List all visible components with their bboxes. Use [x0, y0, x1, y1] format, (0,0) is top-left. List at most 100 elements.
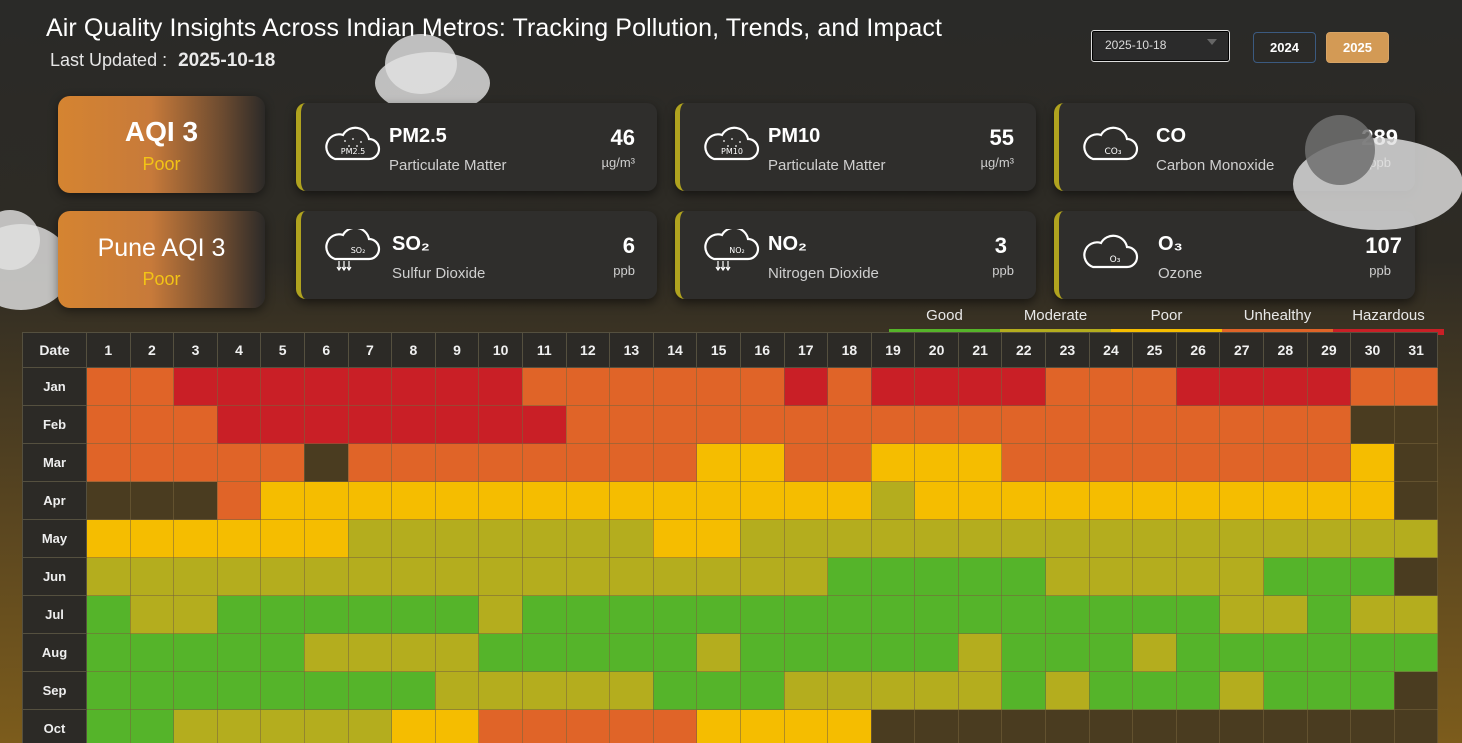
heatmap-cell[interactable]	[565, 595, 611, 634]
heatmap-cell[interactable]	[565, 367, 611, 406]
heatmap-cell[interactable]	[1175, 633, 1221, 672]
heatmap-cell[interactable]	[783, 367, 829, 406]
heatmap-cell[interactable]	[1393, 481, 1439, 520]
heatmap-cell[interactable]	[1175, 405, 1221, 444]
heatmap-cell[interactable]	[434, 595, 480, 634]
heatmap-cell[interactable]	[652, 671, 698, 710]
heatmap-cell[interactable]	[216, 481, 262, 520]
heatmap-cell[interactable]	[216, 519, 262, 558]
heatmap-cell[interactable]	[1393, 519, 1439, 558]
heatmap-cell[interactable]	[260, 557, 305, 596]
heatmap-cell[interactable]	[696, 557, 741, 596]
heatmap-cell[interactable]	[870, 443, 916, 482]
heatmap-cell[interactable]	[260, 709, 305, 743]
heatmap-cell[interactable]	[914, 557, 959, 596]
heatmap-cell[interactable]	[1045, 557, 1090, 596]
heatmap-cell[interactable]	[129, 405, 175, 444]
heatmap-cell[interactable]	[1306, 481, 1352, 520]
heatmap-cell[interactable]	[1088, 633, 1134, 672]
heatmap-cell[interactable]	[434, 481, 480, 520]
heatmap-cell[interactable]	[1132, 519, 1177, 558]
heatmap-cell[interactable]	[347, 367, 393, 406]
heatmap-cell[interactable]	[696, 633, 741, 672]
heatmap-cell[interactable]	[260, 367, 305, 406]
heatmap-cell[interactable]	[1088, 481, 1134, 520]
heatmap-cell[interactable]	[1306, 367, 1352, 406]
heatmap-cell[interactable]	[783, 443, 829, 482]
heatmap-cell[interactable]	[129, 481, 175, 520]
heatmap-cell[interactable]	[739, 671, 785, 710]
heatmap-cell[interactable]	[434, 709, 480, 743]
heatmap-cell[interactable]	[1132, 595, 1177, 634]
heatmap-cell[interactable]	[1175, 709, 1221, 743]
heatmap-cell[interactable]	[1088, 557, 1134, 596]
heatmap-cell[interactable]	[86, 671, 131, 710]
heatmap-cell[interactable]	[1175, 481, 1221, 520]
heatmap-cell[interactable]	[1132, 405, 1177, 444]
heatmap-cell[interactable]	[303, 443, 349, 482]
heatmap-cell[interactable]	[86, 443, 131, 482]
heatmap-cell[interactable]	[1088, 367, 1134, 406]
heatmap-cell[interactable]	[827, 367, 872, 406]
heatmap-cell[interactable]	[827, 443, 872, 482]
heatmap-cell[interactable]	[1001, 709, 1047, 743]
heatmap-cell[interactable]	[1045, 633, 1090, 672]
heatmap-cell[interactable]	[957, 519, 1003, 558]
heatmap-cell[interactable]	[652, 443, 698, 482]
heatmap-cell[interactable]	[1045, 367, 1090, 406]
heatmap-cell[interactable]	[783, 709, 829, 743]
heatmap-cell[interactable]	[783, 557, 829, 596]
heatmap-cell[interactable]	[391, 443, 436, 482]
heatmap-cell[interactable]	[1045, 443, 1090, 482]
heatmap-cell[interactable]	[1001, 405, 1047, 444]
heatmap-cell[interactable]	[565, 671, 611, 710]
heatmap-cell[interactable]	[260, 443, 305, 482]
heatmap-cell[interactable]	[216, 633, 262, 672]
heatmap-cell[interactable]	[303, 405, 349, 444]
heatmap-cell[interactable]	[870, 519, 916, 558]
heatmap-cell[interactable]	[1306, 443, 1352, 482]
heatmap-cell[interactable]	[609, 633, 654, 672]
heatmap-cell[interactable]	[1132, 557, 1177, 596]
heatmap-cell[interactable]	[303, 709, 349, 743]
heatmap-cell[interactable]	[260, 595, 305, 634]
heatmap-cell[interactable]	[652, 709, 698, 743]
heatmap-cell[interactable]	[173, 405, 218, 444]
heatmap-cell[interactable]	[609, 709, 654, 743]
heatmap-cell[interactable]	[783, 633, 829, 672]
heatmap-cell[interactable]	[827, 481, 872, 520]
heatmap-cell[interactable]	[827, 405, 872, 444]
heatmap-cell[interactable]	[129, 671, 175, 710]
heatmap-cell[interactable]	[609, 405, 654, 444]
heatmap-cell[interactable]	[1132, 671, 1177, 710]
heatmap-cell[interactable]	[870, 481, 916, 520]
heatmap-cell[interactable]	[1219, 405, 1265, 444]
heatmap-cell[interactable]	[1263, 709, 1308, 743]
heatmap-cell[interactable]	[1045, 405, 1090, 444]
heatmap-cell[interactable]	[86, 367, 131, 406]
heatmap-cell[interactable]	[86, 557, 131, 596]
heatmap-cell[interactable]	[1350, 709, 1395, 743]
heatmap-cell[interactable]	[914, 367, 959, 406]
heatmap-cell[interactable]	[303, 633, 349, 672]
heatmap-cell[interactable]	[478, 557, 523, 596]
year-2025-button[interactable]: 2025	[1326, 32, 1389, 63]
heatmap-cell[interactable]	[1306, 557, 1352, 596]
heatmap-cell[interactable]	[260, 633, 305, 672]
heatmap-cell[interactable]	[478, 405, 523, 444]
heatmap-cell[interactable]	[478, 443, 523, 482]
heatmap-cell[interactable]	[173, 709, 218, 743]
heatmap-cell[interactable]	[86, 595, 131, 634]
heatmap-cell[interactable]	[1350, 405, 1395, 444]
heatmap-cell[interactable]	[1306, 595, 1352, 634]
heatmap-cell[interactable]	[260, 405, 305, 444]
heatmap-cell[interactable]	[216, 557, 262, 596]
heatmap-cell[interactable]	[652, 557, 698, 596]
heatmap-cell[interactable]	[434, 405, 480, 444]
heatmap-cell[interactable]	[914, 671, 959, 710]
heatmap-cell[interactable]	[216, 595, 262, 634]
heatmap-cell[interactable]	[1175, 367, 1221, 406]
heatmap-cell[interactable]	[129, 367, 175, 406]
heatmap-cell[interactable]	[1393, 595, 1439, 634]
heatmap-cell[interactable]	[1088, 671, 1134, 710]
